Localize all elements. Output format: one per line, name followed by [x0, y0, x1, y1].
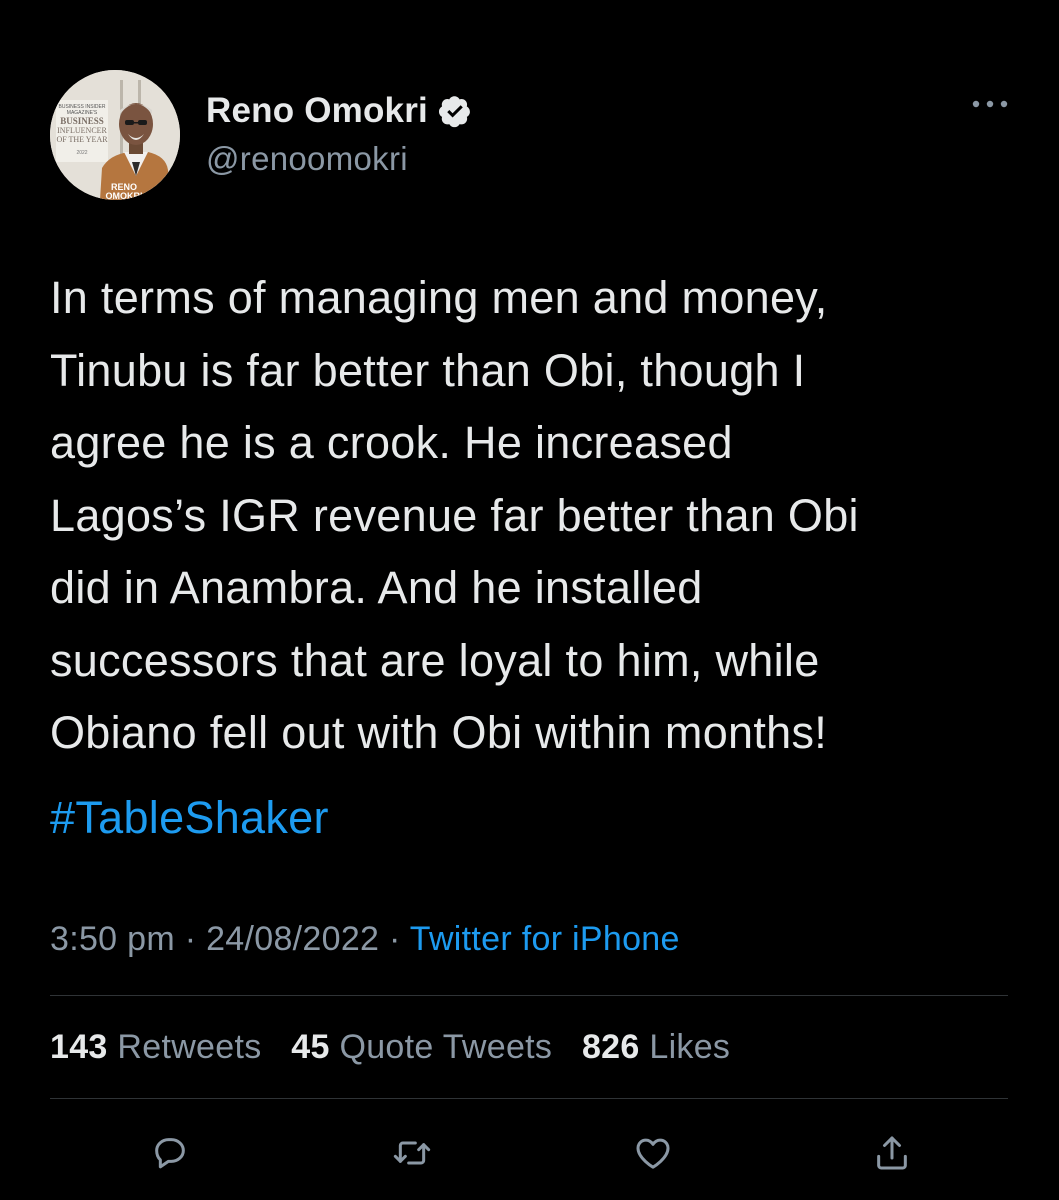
divider	[50, 1098, 1008, 1099]
quote-tweets-label: Quote Tweets	[339, 1028, 553, 1066]
quote-tweets-stat[interactable]: 45 Quote Tweets	[291, 1028, 552, 1066]
reply-icon[interactable]	[142, 1125, 198, 1181]
retweets-stat[interactable]: 143 Retweets	[50, 1028, 262, 1066]
avatar-text-influencer: INFLUENCER	[57, 126, 107, 135]
like-icon[interactable]	[625, 1125, 681, 1181]
divider	[50, 995, 1008, 996]
verified-badge-icon	[438, 94, 472, 128]
quote-tweets-count: 45	[291, 1028, 330, 1066]
likes-count: 826	[581, 1028, 640, 1066]
hashtag-link[interactable]: #TableShaker	[50, 782, 329, 854]
meta-separator: ·	[184, 920, 197, 958]
tweet-text-line: successors that are loyal to him, while	[50, 634, 820, 686]
author-handle[interactable]: @renoomokri	[206, 140, 408, 178]
avatar-text-business: BUSINESS	[60, 116, 104, 126]
tweet-date[interactable]: 24/08/2022	[206, 920, 379, 958]
tweet-text-line: agree he is a crook. He increased	[50, 417, 733, 468]
share-icon[interactable]	[864, 1125, 920, 1181]
avatar-text-omokri: OMOKRI	[106, 191, 143, 200]
author-name-row[interactable]: Reno Omokri	[206, 88, 472, 134]
author-display-name[interactable]: Reno Omokri	[206, 91, 428, 131]
tweet-text-line: Obiano fell out with Obi within months!	[50, 707, 828, 758]
tweet-time[interactable]: 3:50 pm	[50, 920, 175, 958]
tweet-text-line: did in Anambra. And he installed	[50, 562, 703, 613]
tweet-text-line: Tinubu is far better than Obi, though I	[50, 344, 806, 396]
avatar-text-year: 2022	[76, 150, 87, 156]
meta-separator: ·	[389, 920, 401, 958]
tweet-text-line: Lagos’s IGR revenue far better than Obi	[50, 489, 859, 541]
avatar-text-of-the-year: OF THE YEAR	[56, 135, 108, 144]
tweet-header: BUSINESS INSIDER MAGAZINE'S BUSINESS INF…	[50, 70, 1010, 200]
tweet-text-line: In terms of managing men and money,	[50, 272, 828, 323]
more-options-icon[interactable]	[970, 92, 1010, 116]
avatar-image: BUSINESS INSIDER MAGAZINE'S BUSINESS INF…	[50, 70, 180, 200]
tweet-meta: 3:50 pm · 24/08/2022 · Twitter for iPhon…	[50, 914, 680, 964]
retweets-count: 143	[50, 1028, 108, 1066]
retweets-label: Retweets	[117, 1028, 262, 1066]
likes-label: Likes	[649, 1028, 731, 1066]
likes-stat[interactable]: 826 Likes	[582, 1028, 730, 1066]
tweet-source-link[interactable]: Twitter for iPhone	[410, 920, 680, 958]
tweet-actions-bar	[0, 1125, 1059, 1185]
author-avatar[interactable]: BUSINESS INSIDER MAGAZINE'S BUSINESS INF…	[50, 70, 180, 200]
tweet-stats: 143 Retweets 45 Quote Tweets 826 Likes	[50, 1022, 750, 1072]
retweet-icon[interactable]	[384, 1125, 440, 1181]
tweet-text: In terms of managing men and money, Tinu…	[50, 262, 1030, 770]
